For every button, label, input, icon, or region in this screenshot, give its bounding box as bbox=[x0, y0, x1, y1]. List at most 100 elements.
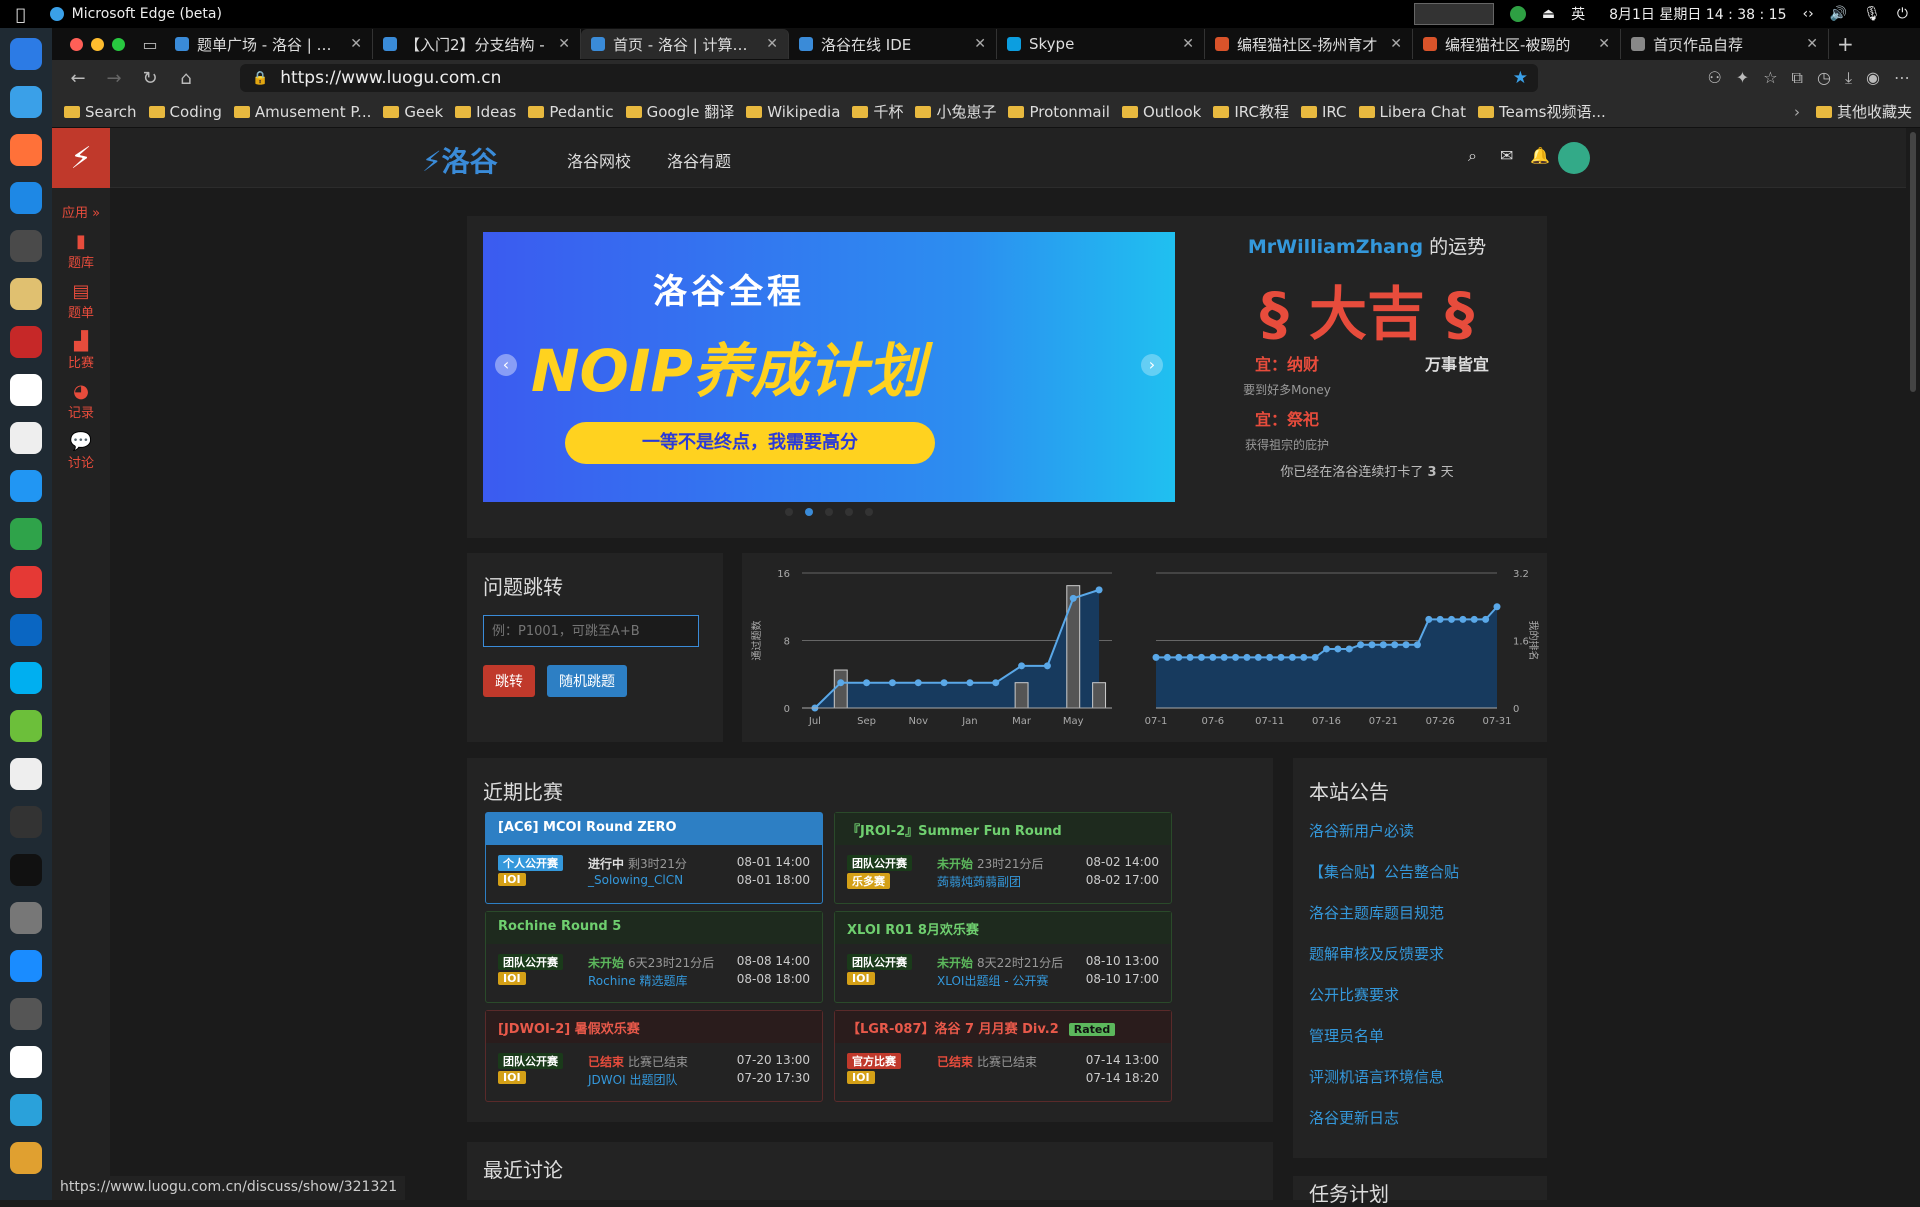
nav-link-school[interactable]: 洛谷网校 bbox=[567, 148, 631, 172]
puzzle-icon[interactable]: ✦ bbox=[1736, 68, 1749, 88]
power-icon[interactable]: ⏻ bbox=[1897, 6, 1908, 22]
announcement-link[interactable]: 洛谷更新日志 bbox=[1309, 1107, 1459, 1128]
sublime-icon[interactable] bbox=[10, 230, 42, 262]
bookmark-item[interactable]: Search bbox=[64, 101, 137, 122]
announcement-link[interactable]: 洛谷主题库题目规范 bbox=[1309, 902, 1459, 923]
nav-link-youti[interactable]: 洛谷有题 bbox=[667, 148, 731, 172]
skype-icon[interactable] bbox=[10, 662, 42, 694]
eject-icon[interactable]: ⏏ bbox=[1542, 6, 1555, 22]
sidebar-item-problem-lists[interactable]: ▤ 题单 bbox=[52, 281, 110, 321]
office-icon[interactable] bbox=[10, 566, 42, 598]
avatar[interactable] bbox=[1558, 142, 1590, 174]
app-store-icon[interactable] bbox=[10, 950, 42, 982]
bell-icon[interactable]: 🔔 bbox=[1530, 146, 1550, 165]
launchpad-icon[interactable] bbox=[10, 1142, 42, 1174]
new-tab-button[interactable]: + bbox=[1837, 32, 1854, 56]
history-icon[interactable]: ◷ bbox=[1817, 68, 1831, 88]
browser-tab[interactable]: Skype ✕ bbox=[997, 29, 1205, 59]
contest-card[interactable]: [JDWOI-2] 暑假欢乐赛 团队公开赛 IOI 已结束 比赛已结束 JDWOI 出题团… bbox=[485, 1010, 823, 1102]
announcement-link[interactable]: 【集合贴】公告整合贴 bbox=[1309, 861, 1459, 882]
browser-tab[interactable]: 【入门2】分支结构 - ✕ bbox=[373, 29, 581, 59]
carousel-banner[interactable]: 洛谷全程 NOIP养成计划 一等不是终点，我需要高分 ‹ › bbox=[483, 232, 1175, 502]
spider-icon[interactable] bbox=[10, 326, 42, 358]
edge-beta-icon[interactable] bbox=[10, 86, 42, 118]
bookmark-item[interactable]: Pedantic bbox=[528, 101, 614, 122]
announcement-link[interactable]: 公开比赛要求 bbox=[1309, 984, 1459, 1005]
activity-monitor-icon[interactable] bbox=[10, 806, 42, 838]
search-icon[interactable]: ⌕ bbox=[1468, 146, 1477, 166]
contest-organizer[interactable]: Rochine 精选题库 bbox=[588, 972, 687, 989]
contest-name[interactable]: 【LGR-087】洛谷 7 月月赛 Div.2 Rated bbox=[835, 1011, 1171, 1043]
sidebar-toggle-icon[interactable]: ▭ bbox=[135, 35, 165, 54]
terminal-icon[interactable] bbox=[10, 854, 42, 886]
carousel-dot[interactable] bbox=[825, 508, 833, 516]
bookmark-item[interactable]: Coding bbox=[148, 101, 222, 122]
circle-app-icon[interactable] bbox=[10, 374, 42, 406]
bookmark-item[interactable]: 千杯 bbox=[852, 101, 903, 122]
leaf-icon[interactable] bbox=[10, 710, 42, 742]
extension-icon[interactable]: ⚇ bbox=[1707, 68, 1721, 88]
tab-close-icon[interactable]: ✕ bbox=[1598, 36, 1610, 52]
browser-tab[interactable]: 首页 - 洛谷 | 计算机科 ✕ bbox=[581, 29, 789, 59]
tab-close-icon[interactable]: ✕ bbox=[1182, 36, 1194, 52]
sidebar-item-records[interactable]: ◕ 记录 bbox=[52, 381, 110, 421]
random-problem-button[interactable]: 随机跳题 bbox=[547, 665, 627, 697]
page-scrollbar[interactable] bbox=[1906, 128, 1920, 1200]
input-method[interactable]: 英 bbox=[1571, 4, 1585, 24]
tab-close-icon[interactable]: ✕ bbox=[766, 36, 778, 52]
announcement-link[interactable]: 管理员名单 bbox=[1309, 1025, 1459, 1046]
more-icon[interactable]: ⋯ bbox=[1894, 68, 1910, 88]
bookmark-item[interactable]: Libera Chat bbox=[1358, 101, 1466, 122]
favorites-icon[interactable]: ☆ bbox=[1763, 68, 1777, 88]
settings-icon[interactable] bbox=[10, 902, 42, 934]
layers-icon[interactable] bbox=[10, 518, 42, 550]
zoom-window-button[interactable] bbox=[112, 37, 125, 51]
contest-name[interactable]: XLOI R01 8月欢乐赛 bbox=[835, 912, 1171, 944]
scrollbar-thumb[interactable] bbox=[1910, 132, 1916, 392]
address-bar[interactable]: 🔒 https://www.luogu.com.cn ★ bbox=[240, 64, 1538, 92]
finder-icon[interactable] bbox=[10, 38, 42, 70]
home-icon[interactable]: ⌂ bbox=[168, 68, 204, 89]
telegram-icon[interactable] bbox=[10, 1094, 42, 1126]
contest-organizer[interactable]: JDWOI 出题团队 bbox=[588, 1071, 677, 1088]
outlook-icon[interactable] bbox=[10, 614, 42, 646]
back-icon[interactable]: ← bbox=[60, 68, 96, 89]
carousel-dot[interactable] bbox=[785, 508, 793, 516]
message-icon[interactable] bbox=[10, 470, 42, 502]
apple-icon[interactable]:  bbox=[16, 5, 26, 24]
carousel-prev-icon[interactable]: ‹ bbox=[495, 354, 517, 376]
volume-icon[interactable]: 🔊 bbox=[1830, 6, 1847, 22]
bookmark-item[interactable]: 小兔崽子 bbox=[915, 101, 996, 122]
close-window-button[interactable] bbox=[70, 37, 83, 51]
sidebar-item-apps[interactable]: 应用 » bbox=[52, 202, 110, 221]
problem-id-input[interactable] bbox=[483, 615, 699, 647]
bookmark-item[interactable]: Google 翻译 bbox=[625, 101, 734, 122]
browser-tab[interactable]: 洛谷在线 IDE ✕ bbox=[789, 29, 997, 59]
contest-name[interactable]: [JDWOI-2] 暑假欢乐赛 bbox=[486, 1011, 822, 1043]
chevron-right-icon[interactable]: › bbox=[1794, 103, 1800, 121]
minimize-window-button[interactable] bbox=[91, 37, 104, 51]
bookmark-item[interactable]: Wikipedia bbox=[746, 101, 840, 122]
luogu-logo-icon[interactable]: ⚡ bbox=[52, 128, 110, 188]
tab-close-icon[interactable]: ✕ bbox=[974, 36, 986, 52]
announcement-link[interactable]: 洛谷新用户必读 bbox=[1309, 820, 1459, 841]
firefox-icon[interactable] bbox=[10, 134, 42, 166]
favorite-star-icon[interactable]: ★ bbox=[1513, 68, 1528, 88]
download-icon[interactable]: ⤓ bbox=[1845, 68, 1852, 88]
sidebar-item-discuss[interactable]: 💬 讨论 bbox=[52, 431, 110, 471]
security-icon[interactable] bbox=[1509, 6, 1526, 22]
bookmark-item[interactable]: Outlook bbox=[1121, 101, 1201, 122]
bookmark-item[interactable]: Geek bbox=[383, 101, 443, 122]
bookmark-item[interactable]: Protonmail bbox=[1008, 101, 1110, 122]
tab-close-icon[interactable]: ✕ bbox=[1390, 36, 1402, 52]
contest-card[interactable]: 【LGR-087】洛谷 7 月月赛 Div.2 Rated 官方比赛 IOI 已结束 比赛… bbox=[834, 1010, 1172, 1102]
carousel-next-icon[interactable]: › bbox=[1141, 354, 1163, 376]
bookmark-item[interactable]: Ideas bbox=[455, 101, 516, 122]
refresh-icon[interactable]: ↻ bbox=[132, 68, 168, 89]
sidebar-item-contests[interactable]: ▟ 比赛 bbox=[52, 331, 110, 371]
browser-tab[interactable]: 首页作品自荐 ✕ bbox=[1621, 29, 1829, 59]
forward-icon[interactable]: → bbox=[96, 68, 132, 89]
typora-icon[interactable] bbox=[10, 422, 42, 454]
jump-button[interactable]: 跳转 bbox=[483, 665, 535, 697]
contest-card[interactable]: XLOI R01 8月欢乐赛 团队公开赛 IOI 未开始 8天22时21分后 XLOI出题… bbox=[834, 911, 1172, 1003]
